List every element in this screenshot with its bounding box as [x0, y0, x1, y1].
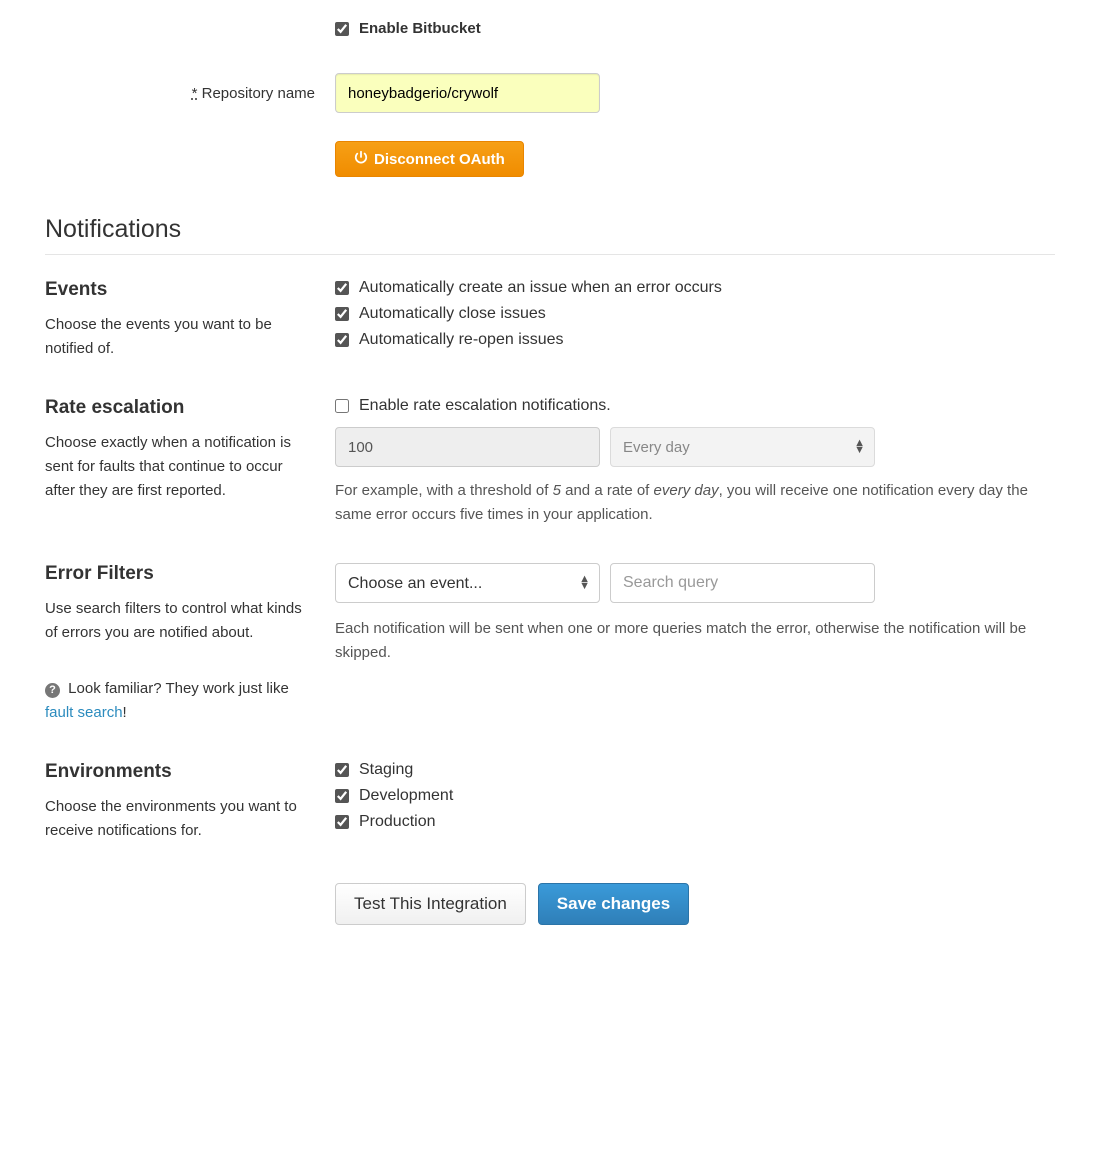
rate-enable-checkbox[interactable] [335, 399, 349, 413]
filters-desc: Use search filters to control what kinds… [45, 597, 305, 645]
event-reopen-label: Automatically re-open issues [359, 331, 564, 349]
rate-desc: Choose exactly when a notification is se… [45, 431, 305, 503]
events-desc: Choose the events you want to be notifie… [45, 313, 305, 361]
rate-frequency-wrap: Every day ▲▼ [610, 427, 875, 467]
enable-bitbucket-checkbox[interactable] [335, 22, 349, 36]
filter-query-input[interactable] [610, 563, 875, 603]
disconnect-oauth-button[interactable]: Disconnect OAuth [335, 141, 524, 177]
repo-name-label: Repository name [202, 85, 315, 102]
env-development-label: Development [359, 787, 453, 805]
filter-event-wrap: Choose an event... ▲▼ [335, 563, 600, 603]
event-create-label: Automatically create an issue when an er… [359, 279, 722, 297]
notifications-heading: Notifications [45, 215, 1055, 255]
power-icon [354, 150, 368, 168]
env-staging-label: Staging [359, 761, 413, 779]
rate-threshold-input[interactable] [335, 427, 600, 467]
disconnect-oauth-label: Disconnect OAuth [374, 151, 505, 168]
event-create-checkbox[interactable] [335, 281, 349, 295]
event-reopen-checkbox[interactable] [335, 333, 349, 347]
env-development-checkbox[interactable] [335, 789, 349, 803]
environments-heading: Environments [45, 761, 305, 783]
filter-event-select[interactable]: Choose an event... [335, 563, 600, 603]
event-close-label: Automatically close issues [359, 305, 546, 323]
events-heading: Events [45, 279, 305, 301]
filters-helptext: Each notification will be sent when one … [335, 617, 1055, 665]
rate-heading: Rate escalation [45, 397, 305, 419]
env-production-label: Production [359, 813, 436, 831]
rate-enable-label: Enable rate escalation notifications. [359, 397, 611, 415]
rate-frequency-select[interactable]: Every day [610, 427, 875, 467]
repo-name-input[interactable] [335, 73, 600, 113]
save-changes-button[interactable]: Save changes [538, 883, 689, 925]
event-close-checkbox[interactable] [335, 307, 349, 321]
fault-search-link[interactable]: fault search [45, 704, 123, 721]
filters-hint: ? Look familiar? They work just like fau… [45, 677, 305, 725]
test-integration-button[interactable]: Test This Integration [335, 883, 526, 925]
enable-bitbucket-label: Enable Bitbucket [359, 20, 481, 37]
env-staging-checkbox[interactable] [335, 763, 349, 777]
repo-name-label-wrap: * Repository name [45, 85, 335, 102]
env-production-checkbox[interactable] [335, 815, 349, 829]
environments-desc: Choose the environments you want to rece… [45, 795, 305, 843]
required-mark: * [192, 85, 198, 102]
rate-helptext: For example, with a threshold of 5 and a… [335, 479, 1055, 527]
filters-heading: Error Filters [45, 563, 305, 585]
question-icon: ? [45, 683, 60, 698]
